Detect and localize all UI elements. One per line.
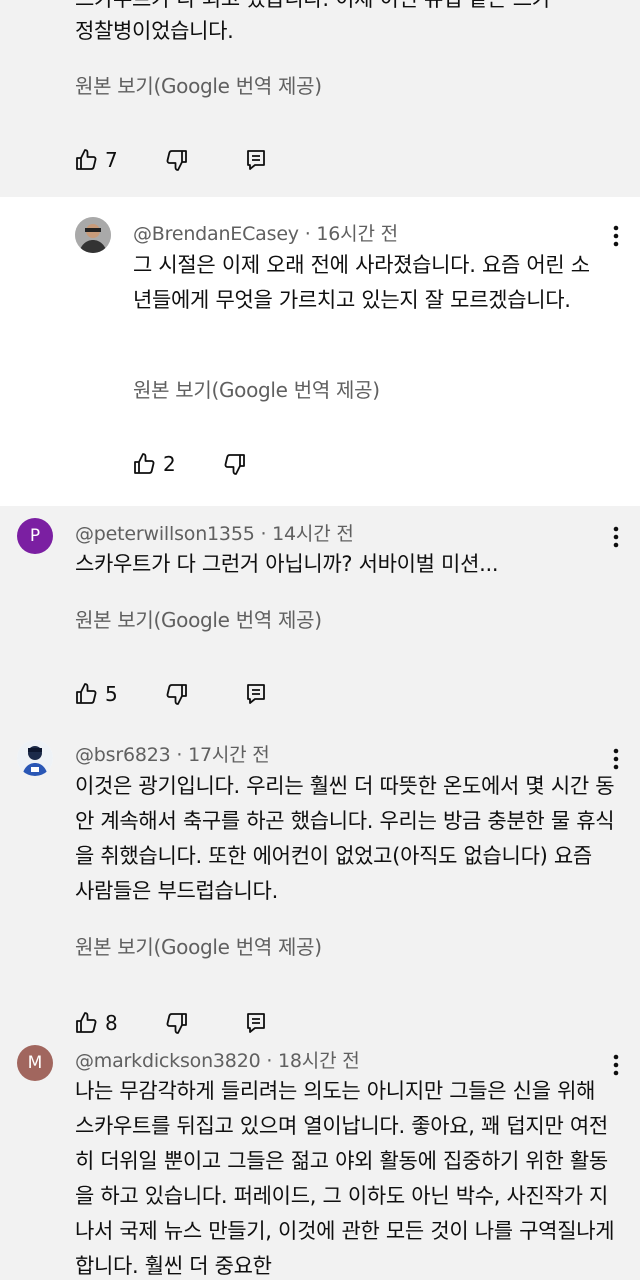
- avatar-photo-icon: [17, 740, 53, 776]
- like-button[interactable]: 7: [75, 148, 118, 172]
- author-name[interactable]: @peterwillson1355: [75, 523, 255, 545]
- reply-icon: [247, 150, 265, 170]
- comment-time: 14시간 전: [272, 523, 354, 545]
- more-vertical-icon: [613, 748, 619, 770]
- like-count: 2: [163, 452, 176, 476]
- comment-list: P @peterwillson1355 · 14시간 전 스카우트가 다 그런거…: [0, 506, 640, 1280]
- like-button[interactable]: 8: [75, 1011, 118, 1035]
- thumbs-down-icon: [166, 684, 187, 705]
- meta-separator: ·: [170, 744, 189, 766]
- reply-icon: [247, 1013, 265, 1033]
- more-vertical-icon: [613, 526, 619, 548]
- meta-separator: ·: [260, 1050, 279, 1072]
- like-count: 8: [105, 1011, 118, 1035]
- see-original-link[interactable]: 원본 보기(Google 번역 제공): [75, 931, 322, 960]
- comment-text: 그 시절은 이제 오래 전에 사라졌습니다. 요즘 어린 소년들에게 무엇을 가…: [133, 253, 590, 312]
- more-vertical-icon: [613, 1054, 619, 1076]
- see-original-link[interactable]: 원본 보기(Google 번역 제공): [75, 604, 322, 633]
- like-count: 7: [105, 148, 118, 172]
- reply-button[interactable]: [245, 1011, 267, 1035]
- thumbs-up-icon: [76, 149, 97, 170]
- comment-meta: @bsr6823 · 17시간 전: [75, 740, 270, 767]
- thumbs-up-icon: [76, 683, 97, 704]
- comment-meta: @peterwillson1355 · 14시간 전: [75, 519, 354, 546]
- avatar[interactable]: [75, 217, 111, 253]
- see-original-link[interactable]: 원본 보기(Google 번역 제공): [133, 374, 380, 403]
- author-name[interactable]: @bsr6823: [75, 744, 171, 766]
- avatar[interactable]: [17, 740, 53, 776]
- comment-time: 16시간 전: [316, 223, 398, 245]
- dislike-button[interactable]: [222, 452, 246, 476]
- avatar[interactable]: M: [17, 1045, 53, 1081]
- avatar[interactable]: P: [17, 518, 53, 554]
- comment-time: 18시간 전: [278, 1050, 360, 1072]
- like-button[interactable]: 5: [75, 682, 118, 706]
- more-vertical-icon: [613, 225, 619, 247]
- comment-text: 나는 무감각하게 들리려는 의도는 아니지만 그들은 신을 위해 스카우트를 뒤…: [75, 1079, 615, 1278]
- comment-text: 이것은 광기입니다. 우리는 훨씬 더 따뜻한 온도에서 몇 시간 동안 계속해…: [75, 774, 615, 903]
- dislike-button[interactable]: [164, 148, 188, 172]
- like-count: 5: [105, 682, 118, 706]
- comment-text: 스카우트가 다 그런거 아닙니까? 서바이벌 미션...: [75, 552, 499, 576]
- thumbs-up-icon: [76, 1012, 97, 1033]
- comment-thread-1: @BrendanECasey · 16시간 전 그 시절은 이제 오래 전에 사…: [0, 197, 640, 506]
- avatar-letter: P: [29, 526, 41, 546]
- comment-meta: @BrendanECasey · 16시간 전: [133, 219, 398, 246]
- meta-separator: ·: [254, 523, 273, 545]
- comment-meta: @markdickson3820 · 18시간 전: [75, 1046, 360, 1073]
- comment-0-text-line2: 정찰병이었습니다.: [75, 19, 234, 43]
- avatar-letter: M: [27, 1053, 43, 1073]
- comment-thread-0: 스카우트가 다 되고 있습니다. 이제 이런 유럽 같은 스카 정찰병이었습니다…: [0, 0, 640, 197]
- author-name[interactable]: @BrendanECasey: [133, 223, 299, 245]
- thumbs-up-icon: [134, 453, 155, 474]
- thumbs-down-icon: [166, 150, 187, 171]
- meta-separator: ·: [298, 223, 317, 245]
- dislike-button[interactable]: [164, 1011, 188, 1035]
- comment-menu-button[interactable]: [606, 221, 626, 251]
- reply-button[interactable]: [245, 148, 267, 172]
- thumbs-down-icon: [224, 454, 245, 475]
- dislike-button[interactable]: [164, 682, 188, 706]
- reply-button[interactable]: [245, 682, 267, 706]
- see-original-link[interactable]: 원본 보기(Google 번역 제공): [75, 70, 322, 99]
- reply-icon: [247, 684, 265, 704]
- author-name[interactable]: @markdickson3820: [75, 1050, 261, 1072]
- avatar-photo-icon: [75, 217, 111, 253]
- comment-time: 17시간 전: [188, 744, 270, 766]
- like-button[interactable]: 2: [133, 452, 176, 476]
- thumbs-down-icon: [166, 1013, 187, 1034]
